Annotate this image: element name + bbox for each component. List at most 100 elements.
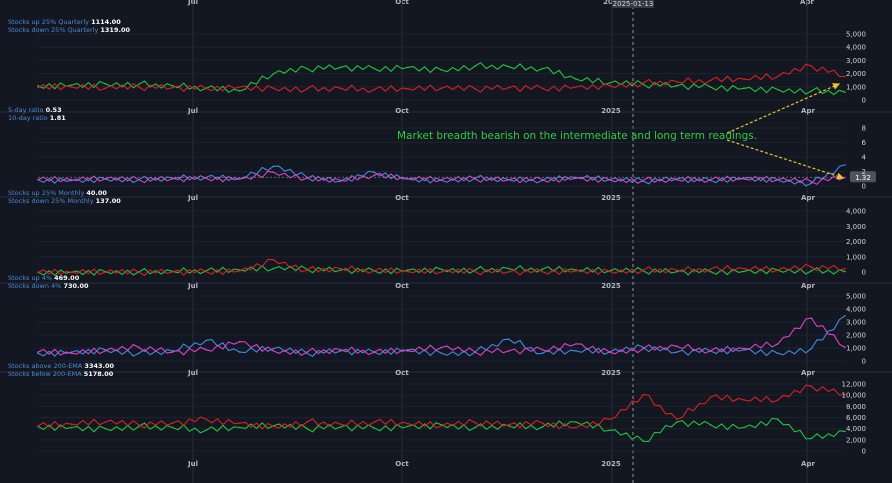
data-point xyxy=(272,347,275,350)
y-tick-label: 6 xyxy=(862,139,867,147)
data-point xyxy=(575,350,577,352)
data-point xyxy=(709,86,712,88)
data-point xyxy=(575,421,577,423)
data-point xyxy=(508,424,510,426)
market-breadth-chart[interactable]: JulOct20Apr2025-01-135,0004,0003,0002,00… xyxy=(0,0,892,483)
data-point xyxy=(272,87,275,90)
data-point xyxy=(373,67,376,70)
data-point xyxy=(407,425,409,428)
x-tick-label: 2025 xyxy=(601,369,621,377)
data-point xyxy=(373,270,376,272)
x-tick-label: 2025 xyxy=(601,194,621,202)
y-tick-label: 3,000 xyxy=(846,319,866,327)
data-point xyxy=(676,351,678,353)
y-tick-label: 0 xyxy=(862,448,866,456)
data-point xyxy=(339,87,342,90)
data-point xyxy=(373,427,376,429)
data-point xyxy=(508,65,510,68)
data-point xyxy=(306,269,308,271)
x-tick-label: Jul xyxy=(187,369,198,377)
data-point xyxy=(709,350,712,352)
data-point xyxy=(407,178,409,180)
data-point xyxy=(810,65,813,67)
data-point xyxy=(171,351,174,353)
data-point xyxy=(70,271,73,274)
y-tick-label: 0 xyxy=(862,97,866,105)
y-tick-label: 5,000 xyxy=(846,31,866,39)
data-point xyxy=(205,418,207,421)
data-point xyxy=(407,269,409,271)
legend-label: 5-day ratio 0.53 xyxy=(8,106,62,114)
data-point xyxy=(743,270,745,273)
data-point xyxy=(642,393,645,396)
data-point xyxy=(407,422,409,425)
data-point xyxy=(440,352,443,355)
x-tick-label: Oct xyxy=(395,194,409,202)
data-point xyxy=(676,80,678,83)
y-tick-label: 2,000 xyxy=(846,70,866,78)
data-point xyxy=(70,426,73,429)
data-point xyxy=(810,437,813,440)
legend-label: Stocks up 25% Quarterly 1114.00 xyxy=(8,18,121,26)
data-point xyxy=(440,346,443,349)
data-point xyxy=(642,347,645,350)
legend-label: Stocks above 200-EMA 3343.00 xyxy=(8,362,115,370)
data-point xyxy=(171,426,174,429)
data-point xyxy=(138,352,140,355)
data-point xyxy=(104,421,107,423)
x-tick-label: Apr xyxy=(801,107,815,115)
data-point xyxy=(70,86,73,88)
legend-label: Stocks down 25% Quarterly 1319.00 xyxy=(8,26,130,34)
data-point xyxy=(171,84,174,87)
data-point xyxy=(676,418,678,421)
data-point xyxy=(508,178,510,181)
data-point xyxy=(373,351,376,353)
data-point xyxy=(608,351,611,353)
data-point xyxy=(844,315,846,317)
data-point xyxy=(608,178,611,181)
data-point xyxy=(171,271,174,273)
data-point xyxy=(844,270,846,273)
data-point xyxy=(138,271,140,274)
data-point xyxy=(709,178,712,181)
data-point xyxy=(508,271,510,273)
y-tick-label: 4,000 xyxy=(846,425,866,433)
data-point xyxy=(138,346,140,349)
data-point xyxy=(440,268,443,271)
legend-label: Stocks down 4% 730.00 xyxy=(8,282,89,290)
y-tick-label: 0 xyxy=(862,269,866,277)
data-point xyxy=(239,178,241,180)
data-point xyxy=(440,87,443,90)
data-point xyxy=(541,422,544,424)
data-point xyxy=(541,426,544,428)
data-point xyxy=(508,86,510,89)
data-point xyxy=(777,352,779,355)
data-point xyxy=(37,425,39,427)
data-point xyxy=(743,347,745,350)
x-tick-label: 2025 xyxy=(601,282,621,290)
y-tick-label: 12,000 xyxy=(842,381,867,389)
data-point xyxy=(104,350,107,352)
data-point xyxy=(407,270,409,273)
data-point xyxy=(239,422,241,424)
data-point xyxy=(777,343,779,345)
x-tick-label: Apr xyxy=(801,460,815,468)
data-point xyxy=(306,351,308,353)
y-tick-label: 4,000 xyxy=(846,306,866,314)
data-point xyxy=(676,270,678,273)
y-tick-label: 2,000 xyxy=(846,436,866,444)
data-point xyxy=(239,351,241,353)
y-tick-label: 1,000 xyxy=(846,83,866,91)
data-point xyxy=(104,82,107,85)
data-point xyxy=(608,82,611,84)
data-point xyxy=(474,421,476,424)
y-tick-label: 2,000 xyxy=(846,332,866,340)
y-tick-label: 0 xyxy=(862,358,866,366)
data-point xyxy=(777,269,779,271)
y-tick-label: 10,000 xyxy=(842,392,867,400)
data-point xyxy=(743,399,745,401)
data-point xyxy=(272,425,275,428)
data-point xyxy=(810,181,813,183)
data-point xyxy=(709,396,712,399)
data-point xyxy=(205,429,207,432)
